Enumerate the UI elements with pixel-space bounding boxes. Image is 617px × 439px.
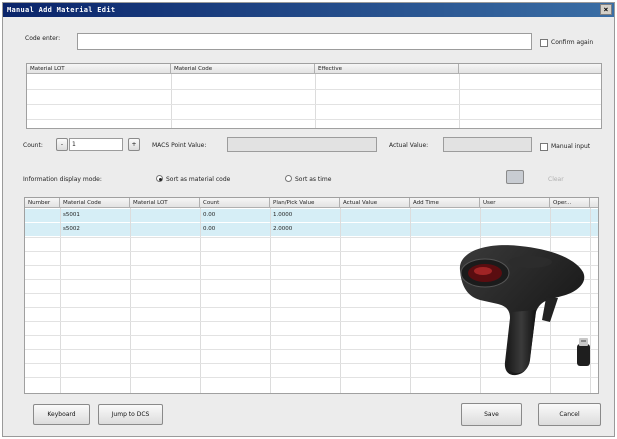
clear-button[interactable]: Clear: [548, 176, 564, 183]
macs-point-label: MACS Point Value:: [152, 142, 207, 149]
col-actual-value[interactable]: Actual Value: [340, 198, 410, 208]
sort-by-code-label: Sort as material code: [166, 176, 231, 183]
window-title: Manual Add Material Edit: [7, 6, 116, 14]
count-increment-button[interactable]: +: [128, 138, 140, 151]
sort-by-time-label: Sort as time: [295, 176, 332, 183]
sort-by-code-radio[interactable]: [156, 175, 163, 182]
display-mode-label: Information display mode:: [23, 176, 102, 183]
row-material-code: s5001: [63, 212, 80, 218]
manual-input-label: Manual input: [551, 143, 591, 150]
count-label: Count:: [23, 142, 43, 149]
macs-point-input[interactable]: [227, 137, 377, 152]
material-lot-table[interactable]: Material LOT Material Code Effective: [26, 63, 602, 129]
row-count: 0.00: [203, 212, 216, 218]
row-material-code: s5002: [63, 226, 80, 232]
barcode-scanner-image: [459, 245, 590, 376]
confirm-again-checkbox[interactable]: [540, 39, 548, 47]
actual-value-label: Actual Value:: [389, 142, 429, 149]
material-edit-window: Manual Add Material Edit × Code enter: C…: [2, 2, 615, 437]
col-count[interactable]: Count: [200, 198, 270, 208]
table-row[interactable]: s5001 0.00 1.0000: [25, 209, 598, 222]
col-material-code[interactable]: Material Code: [171, 64, 315, 74]
col-effective[interactable]: Effective: [315, 64, 459, 74]
table-icon[interactable]: [506, 170, 524, 184]
row-plan-pick-value: 2.0000: [273, 226, 293, 232]
col-material-code[interactable]: Material Code: [60, 198, 130, 208]
table-row[interactable]: s5002 0.00 2.0000: [25, 223, 598, 236]
save-button[interactable]: Save: [461, 403, 522, 426]
col-plan-pick-value[interactable]: Plan/Pick Value: [270, 198, 340, 208]
keyboard-button[interactable]: Keyboard: [33, 404, 90, 425]
count-decrement-button[interactable]: -: [56, 138, 68, 151]
material-list-table[interactable]: Number Material Code Material LOT Count …: [24, 197, 599, 394]
col-blank: [459, 64, 601, 74]
sort-by-time-radio[interactable]: [285, 175, 292, 182]
material-lot-table-header: Material LOT Material Code Effective: [27, 64, 601, 74]
material-list-header: Number Material Code Material LOT Count …: [25, 198, 598, 208]
jump-to-dcs-button[interactable]: Jump to DCS: [98, 404, 163, 425]
confirm-again-label: Confirm again: [551, 39, 594, 46]
col-material-lot[interactable]: Material LOT: [130, 198, 200, 208]
manual-input-checkbox[interactable]: [540, 143, 548, 151]
row-plan-pick-value: 1.0000: [273, 212, 293, 218]
col-operation[interactable]: Oper...: [550, 198, 590, 208]
row-count: 0.00: [203, 226, 216, 232]
actual-value-input[interactable]: [443, 137, 532, 152]
cancel-button[interactable]: Cancel: [538, 403, 601, 426]
col-material-lot[interactable]: Material LOT: [27, 64, 171, 74]
code-enter-input[interactable]: [77, 33, 532, 50]
window-titlebar: Manual Add Material Edit ×: [3, 3, 614, 17]
close-icon[interactable]: ×: [600, 4, 612, 15]
code-enter-label: Code enter:: [25, 35, 61, 42]
col-add-time[interactable]: Add Time: [410, 198, 480, 208]
count-input[interactable]: 1: [69, 138, 123, 151]
col-number[interactable]: Number: [25, 198, 60, 208]
col-user[interactable]: User: [480, 198, 550, 208]
